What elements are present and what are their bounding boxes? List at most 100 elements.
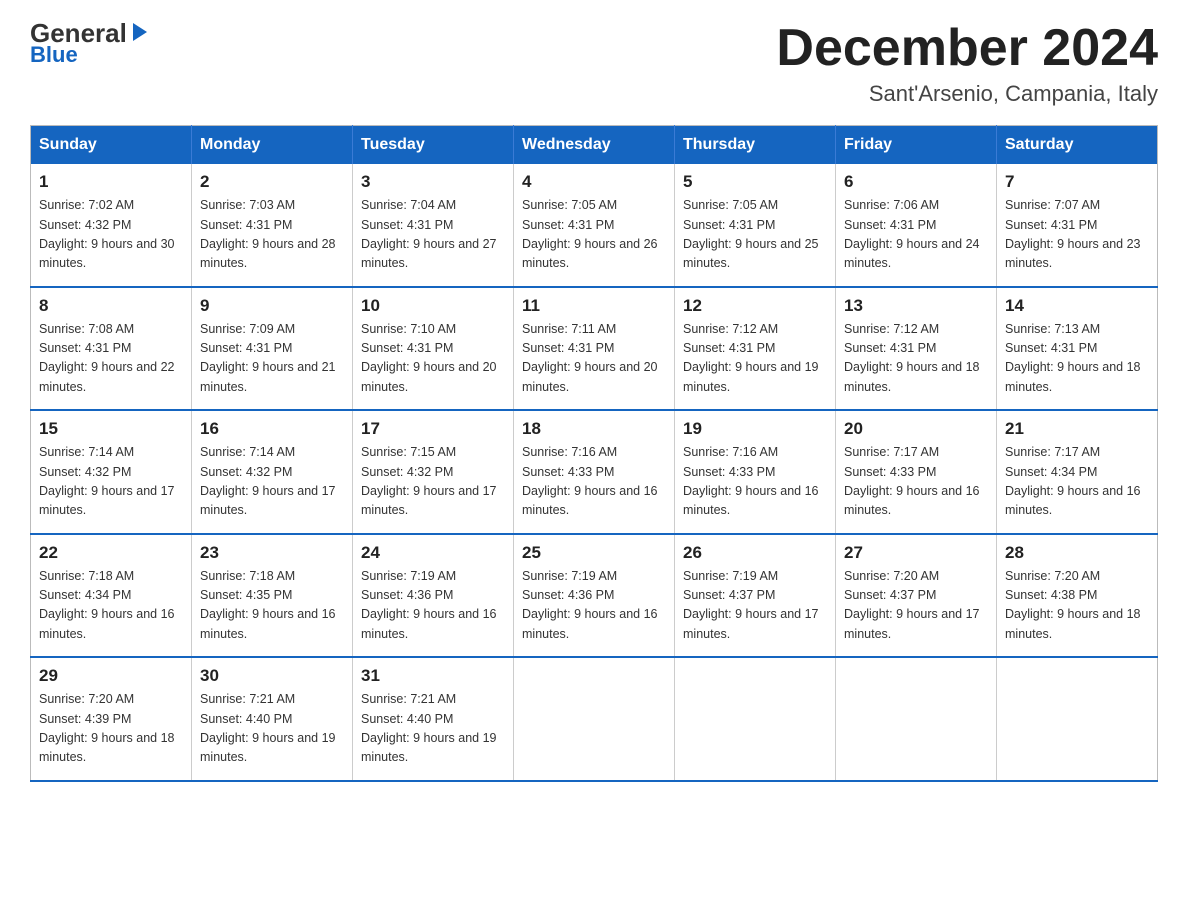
header-friday: Friday [836,126,997,165]
day-info: Sunrise: 7:10 AMSunset: 4:31 PMDaylight:… [361,320,505,398]
day-number: 7 [1005,172,1149,192]
month-title: December 2024 [776,20,1158,77]
header-wednesday: Wednesday [514,126,675,165]
location-title: Sant'Arsenio, Campania, Italy [776,81,1158,107]
day-number: 25 [522,543,666,563]
calendar-cell: 3 Sunrise: 7:04 AMSunset: 4:31 PMDaylight… [353,164,514,287]
day-number: 4 [522,172,666,192]
calendar-cell: 9 Sunrise: 7:09 AMSunset: 4:31 PMDaylight… [192,287,353,411]
day-number: 23 [200,543,344,563]
day-info: Sunrise: 7:14 AMSunset: 4:32 PMDaylight:… [200,443,344,521]
title-block: December 2024 Sant'Arsenio, Campania, It… [776,20,1158,107]
day-info: Sunrise: 7:04 AMSunset: 4:31 PMDaylight:… [361,196,505,274]
day-info: Sunrise: 7:09 AMSunset: 4:31 PMDaylight:… [200,320,344,398]
calendar-cell: 12Sunrise: 7:12 AMSunset: 4:31 PMDayligh… [675,287,836,411]
calendar-cell: 21 Sunrise: 7:17 AMSunset: 4:34 PMDayligh… [997,410,1158,534]
day-info: Sunrise: 7:21 AMSunset: 4:40 PMDaylight:… [361,690,505,768]
calendar-cell: 26 Sunrise: 7:19 AMSunset: 4:37 PMDayligh… [675,534,836,658]
calendar-cell: 18Sunrise: 7:16 AMSunset: 4:33 PMDayligh… [514,410,675,534]
day-number: 27 [844,543,988,563]
day-number: 13 [844,296,988,316]
calendar-cell: 2Sunrise: 7:03 AMSunset: 4:31 PMDaylight… [192,164,353,287]
calendar-cell: 4 Sunrise: 7:05 AMSunset: 4:31 PMDaylight… [514,164,675,287]
header-tuesday: Tuesday [353,126,514,165]
calendar-cell: 6Sunrise: 7:06 AMSunset: 4:31 PMDaylight… [836,164,997,287]
day-number: 26 [683,543,827,563]
day-info: Sunrise: 7:13 AMSunset: 4:31 PMDaylight:… [1005,320,1149,398]
calendar-cell: 13Sunrise: 7:12 AMSunset: 4:31 PMDayligh… [836,287,997,411]
week-row-1: 1 Sunrise: 7:02 AMSunset: 4:32 PMDaylight… [31,164,1158,287]
calendar-cell: 29 Sunrise: 7:20 AMSunset: 4:39 PMDayligh… [31,657,192,781]
day-number: 21 [1005,419,1149,439]
calendar-cell [997,657,1158,781]
day-number: 16 [200,419,344,439]
week-row-4: 22 Sunrise: 7:18 AMSunset: 4:34 PMDayligh… [31,534,1158,658]
day-info: Sunrise: 7:05 AMSunset: 4:31 PMDaylight:… [522,196,666,274]
day-info: Sunrise: 7:20 AMSunset: 4:38 PMDaylight:… [1005,567,1149,645]
day-info: Sunrise: 7:14 AMSunset: 4:32 PMDaylight:… [39,443,183,521]
day-info: Sunrise: 7:19 AMSunset: 4:36 PMDaylight:… [522,567,666,645]
day-info: Sunrise: 7:08 AMSunset: 4:31 PMDaylight:… [39,320,183,398]
day-number: 18 [522,419,666,439]
calendar-cell: 10 Sunrise: 7:10 AMSunset: 4:31 PMDayligh… [353,287,514,411]
calendar-cell: 1 Sunrise: 7:02 AMSunset: 4:32 PMDaylight… [31,164,192,287]
day-number: 20 [844,419,988,439]
calendar-cell [514,657,675,781]
calendar-cell [836,657,997,781]
day-info: Sunrise: 7:12 AMSunset: 4:31 PMDaylight:… [683,320,827,398]
day-number: 3 [361,172,505,192]
day-number: 5 [683,172,827,192]
header-saturday: Saturday [997,126,1158,165]
day-info: Sunrise: 7:15 AMSunset: 4:32 PMDaylight:… [361,443,505,521]
day-number: 2 [200,172,344,192]
day-number: 17 [361,419,505,439]
calendar-cell: 7Sunrise: 7:07 AMSunset: 4:31 PMDaylight… [997,164,1158,287]
day-number: 22 [39,543,183,563]
day-info: Sunrise: 7:17 AMSunset: 4:33 PMDaylight:… [844,443,988,521]
day-number: 1 [39,172,183,192]
week-row-2: 8 Sunrise: 7:08 AMSunset: 4:31 PMDaylight… [31,287,1158,411]
day-info: Sunrise: 7:20 AMSunset: 4:39 PMDaylight:… [39,690,183,768]
calendar-cell: 15 Sunrise: 7:14 AMSunset: 4:32 PMDayligh… [31,410,192,534]
day-number: 30 [200,666,344,686]
logo: General Blue [30,20,151,68]
week-row-5: 29 Sunrise: 7:20 AMSunset: 4:39 PMDayligh… [31,657,1158,781]
header-thursday: Thursday [675,126,836,165]
calendar-cell: 31Sunrise: 7:21 AMSunset: 4:40 PMDayligh… [353,657,514,781]
calendar-cell: 28 Sunrise: 7:20 AMSunset: 4:38 PMDayligh… [997,534,1158,658]
day-info: Sunrise: 7:21 AMSunset: 4:40 PMDaylight:… [200,690,344,768]
calendar-cell: 30 Sunrise: 7:21 AMSunset: 4:40 PMDayligh… [192,657,353,781]
logo-arrow-icon [129,21,151,43]
calendar-cell: 11Sunrise: 7:11 AMSunset: 4:31 PMDayligh… [514,287,675,411]
day-number: 29 [39,666,183,686]
day-number: 9 [200,296,344,316]
day-info: Sunrise: 7:19 AMSunset: 4:36 PMDaylight:… [361,567,505,645]
day-info: Sunrise: 7:05 AMSunset: 4:31 PMDaylight:… [683,196,827,274]
calendar-cell: 20 Sunrise: 7:17 AMSunset: 4:33 PMDayligh… [836,410,997,534]
day-info: Sunrise: 7:19 AMSunset: 4:37 PMDaylight:… [683,567,827,645]
day-info: Sunrise: 7:18 AMSunset: 4:34 PMDaylight:… [39,567,183,645]
calendar-cell: 25 Sunrise: 7:19 AMSunset: 4:36 PMDayligh… [514,534,675,658]
calendar-table: SundayMondayTuesdayWednesdayThursdayFrid… [30,125,1158,782]
calendar-cell: 5 Sunrise: 7:05 AMSunset: 4:31 PMDaylight… [675,164,836,287]
page-header: General Blue December 2024 Sant'Arsenio,… [30,20,1158,107]
logo-blue: Blue [30,42,78,68]
day-number: 19 [683,419,827,439]
calendar-cell [675,657,836,781]
calendar-cell: 8 Sunrise: 7:08 AMSunset: 4:31 PMDaylight… [31,287,192,411]
day-number: 28 [1005,543,1149,563]
day-number: 8 [39,296,183,316]
header-monday: Monday [192,126,353,165]
day-info: Sunrise: 7:18 AMSunset: 4:35 PMDaylight:… [200,567,344,645]
day-info: Sunrise: 7:20 AMSunset: 4:37 PMDaylight:… [844,567,988,645]
day-info: Sunrise: 7:16 AMSunset: 4:33 PMDaylight:… [683,443,827,521]
day-info: Sunrise: 7:17 AMSunset: 4:34 PMDaylight:… [1005,443,1149,521]
day-number: 10 [361,296,505,316]
day-number: 14 [1005,296,1149,316]
day-number: 6 [844,172,988,192]
day-info: Sunrise: 7:02 AMSunset: 4:32 PMDaylight:… [39,196,183,274]
calendar-cell: 19 Sunrise: 7:16 AMSunset: 4:33 PMDayligh… [675,410,836,534]
calendar-cell: 27 Sunrise: 7:20 AMSunset: 4:37 PMDayligh… [836,534,997,658]
day-info: Sunrise: 7:11 AMSunset: 4:31 PMDaylight:… [522,320,666,398]
day-number: 15 [39,419,183,439]
